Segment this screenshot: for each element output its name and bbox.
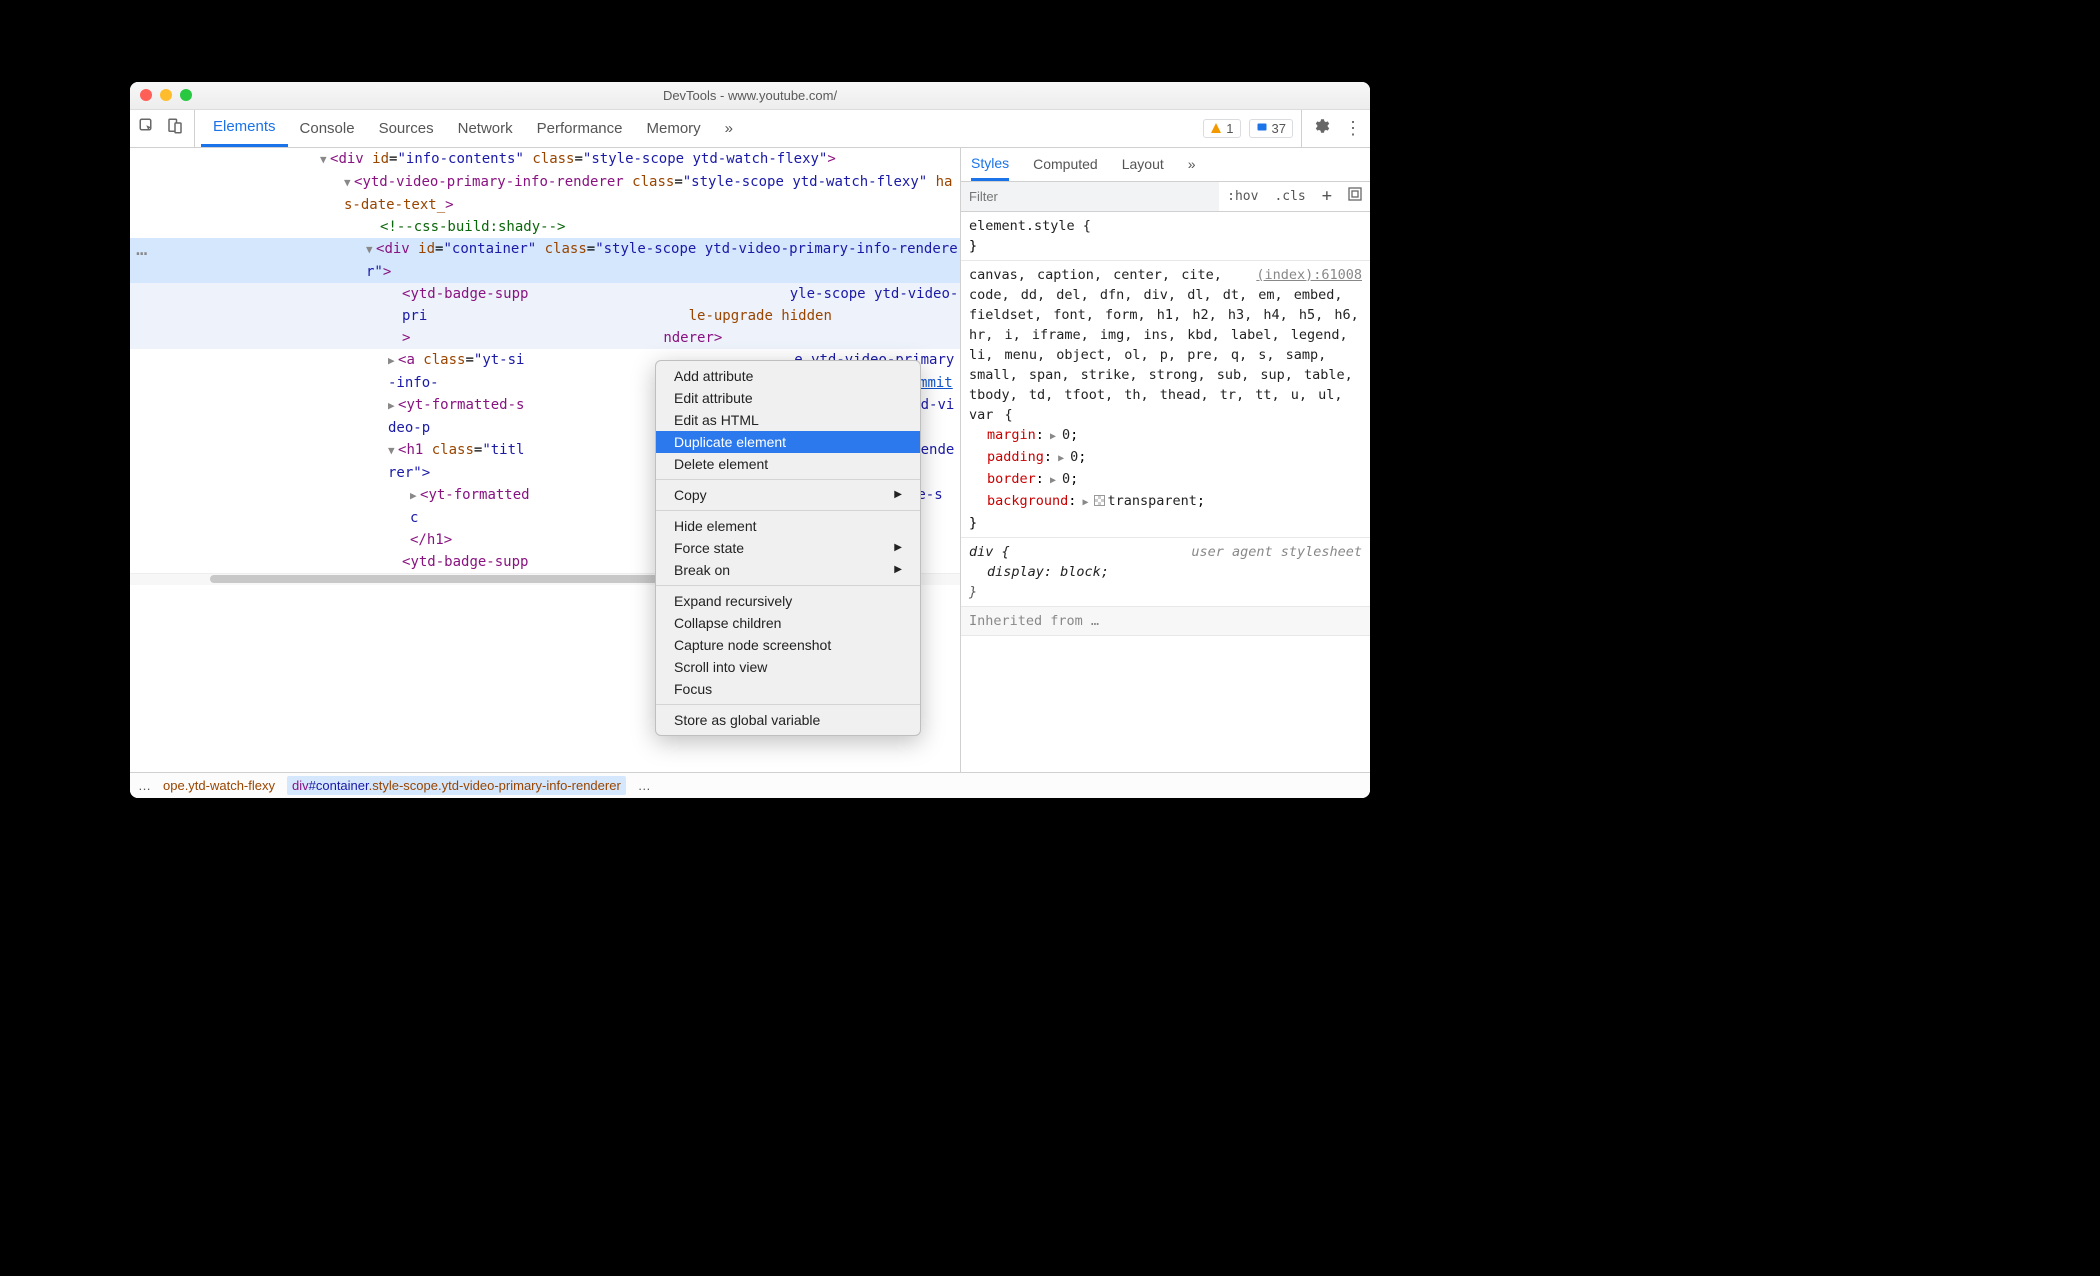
titlebar: DevTools - www.youtube.com/ — [130, 82, 1370, 110]
breadcrumb: … ope.ytd-watch-flexy div#container.styl… — [130, 772, 1370, 798]
tab-performance[interactable]: Performance — [525, 110, 635, 147]
issues-badge[interactable]: 37 — [1249, 119, 1293, 138]
ctx-item-hide-element[interactable]: Hide element — [656, 515, 920, 537]
tabs-overflow-icon[interactable]: » — [713, 110, 745, 147]
color-swatch-icon[interactable] — [1094, 495, 1105, 506]
tab-network[interactable]: Network — [446, 110, 525, 147]
tab-elements[interactable]: Elements — [201, 110, 288, 147]
styles-tab-layout[interactable]: Layout — [1122, 156, 1164, 172]
styles-tab-styles[interactable]: Styles — [971, 148, 1009, 181]
close-icon[interactable] — [140, 89, 152, 101]
inherited-header: Inherited from … — [961, 607, 1370, 636]
element-style-rule[interactable]: element.style { } — [961, 212, 1370, 261]
ctx-item-add-attribute[interactable]: Add attribute — [656, 365, 920, 387]
devtools-window: DevTools - www.youtube.com/ Elements Con… — [130, 82, 1370, 798]
ctx-item-delete-element[interactable]: Delete element — [656, 453, 920, 475]
more-icon[interactable]: ⋮ — [1344, 118, 1362, 139]
tab-memory[interactable]: Memory — [635, 110, 713, 147]
source-link[interactable]: (index):61008 — [1256, 267, 1362, 283]
ctx-item-break-on[interactable]: Break on▶ — [656, 559, 920, 581]
settings-icon[interactable] — [1312, 117, 1330, 139]
breadcrumb-overflow-right-icon[interactable]: … — [638, 778, 651, 793]
window-title: DevTools - www.youtube.com/ — [663, 88, 837, 103]
ctx-item-capture-node-screenshot[interactable]: Capture node screenshot — [656, 634, 920, 656]
traffic-lights — [140, 89, 192, 101]
hov-button[interactable]: :hov — [1219, 189, 1266, 204]
styles-tabs-overflow-icon[interactable]: » — [1188, 156, 1196, 172]
info-count: 37 — [1272, 121, 1286, 136]
ctx-item-store-as-global-variable[interactable]: Store as global variable — [656, 709, 920, 731]
context-menu[interactable]: Add attributeEdit attributeEdit as HTMLD… — [655, 360, 921, 736]
box-model-icon[interactable] — [1340, 187, 1370, 205]
selected-gutter-icon: … — [136, 238, 145, 260]
styles-filter-input[interactable] — [961, 182, 1219, 211]
ctx-item-edit-as-html[interactable]: Edit as HTML — [656, 409, 920, 431]
ctx-item-focus[interactable]: Focus — [656, 678, 920, 700]
cls-button[interactable]: .cls — [1266, 189, 1313, 204]
new-style-rule-icon[interactable]: + — [1314, 186, 1340, 206]
breadcrumb-item[interactable]: ope.ytd-watch-flexy — [163, 778, 275, 793]
breadcrumb-selected[interactable]: div#container.style-scope.ytd-video-prim… — [287, 776, 626, 795]
ctx-item-duplicate-element[interactable]: Duplicate element — [656, 431, 920, 453]
breadcrumb-overflow-left-icon[interactable]: … — [138, 778, 151, 793]
tab-sources[interactable]: Sources — [367, 110, 446, 147]
zoom-icon[interactable] — [180, 89, 192, 101]
minimize-icon[interactable] — [160, 89, 172, 101]
ctx-item-force-state[interactable]: Force state▶ — [656, 537, 920, 559]
warn-count: 1 — [1226, 121, 1233, 136]
submenu-arrow-icon: ▶ — [894, 564, 902, 575]
device-toggle-icon[interactable] — [166, 117, 184, 139]
warnings-badge[interactable]: 1 — [1203, 119, 1240, 138]
toolbar: Elements Console Sources Network Perform… — [130, 110, 1370, 148]
inspect-icon[interactable] — [138, 117, 156, 139]
ctx-item-edit-attribute[interactable]: Edit attribute — [656, 387, 920, 409]
styles-tab-computed[interactable]: Computed — [1033, 156, 1098, 172]
panel-tabs: Elements Console Sources Network Perform… — [201, 110, 1203, 147]
ua-rule: user agent stylesheet div { display: blo… — [961, 538, 1370, 607]
ctx-item-scroll-into-view[interactable]: Scroll into view — [656, 656, 920, 678]
submenu-arrow-icon: ▶ — [894, 542, 902, 553]
styles-panel: Styles Computed Layout » :hov .cls + ele… — [960, 148, 1370, 772]
tab-console[interactable]: Console — [288, 110, 367, 147]
reset-rule[interactable]: (index):61008 canvas, caption, center, c… — [961, 261, 1370, 538]
ctx-item-copy[interactable]: Copy▶ — [656, 484, 920, 506]
submenu-arrow-icon: ▶ — [894, 489, 902, 500]
ctx-item-collapse-children[interactable]: Collapse children — [656, 612, 920, 634]
ctx-item-expand-recursively[interactable]: Expand recursively — [656, 590, 920, 612]
